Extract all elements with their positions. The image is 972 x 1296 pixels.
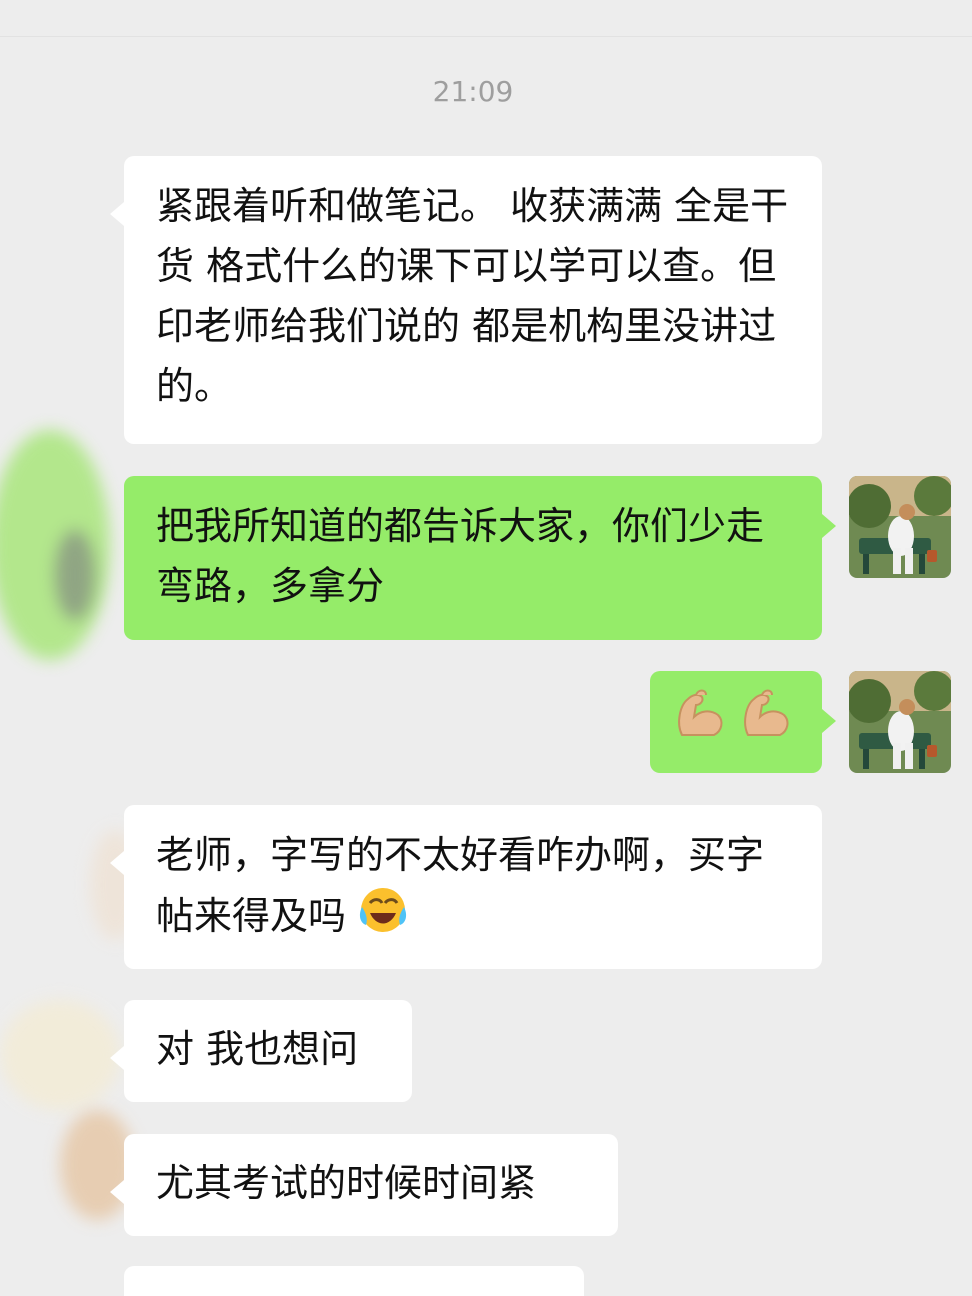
my-avatar[interactable] <box>849 476 951 578</box>
message-text: 尤其考试的时候时间紧 <box>156 1161 537 1205</box>
message-text: 对 我也想问 <box>156 1027 359 1071</box>
message-text: 老师，字写的不太好看咋办啊，买字帖来得及吗 <box>156 833 765 938</box>
flexed-biceps-icon <box>674 685 728 760</box>
outgoing-message-bubble[interactable] <box>650 671 836 773</box>
incoming-message-bubble[interactable] <box>124 1266 584 1296</box>
chat-screen: 21:09 紧跟着听和做笔记。 收获满满 全是干货 格式什么的课下可以学可以查。… <box>0 0 972 1296</box>
incoming-message-bubble[interactable]: 尤其考试的时候时间紧 <box>110 1134 618 1236</box>
incoming-message-bubble[interactable]: 老师，字写的不太好看咋办啊，买字帖来得及吗 <box>110 805 822 969</box>
header-divider <box>0 36 972 37</box>
incoming-message-bubble[interactable]: 对 我也想问 <box>110 1000 412 1102</box>
blurred-avatar <box>0 1000 120 1110</box>
blurred-avatar <box>0 430 110 660</box>
outgoing-message-bubble[interactable]: 把我所知道的都告诉大家，你们少走弯路，多拿分 <box>124 476 836 640</box>
my-avatar[interactable] <box>849 671 951 773</box>
face-with-tears-of-joy-icon <box>358 885 408 952</box>
flexed-biceps-icon <box>740 685 794 760</box>
message-text: 把我所知道的都告诉大家，你们少走弯路，多拿分 <box>156 504 765 608</box>
message-text: 紧跟着听和做笔记。 收获满满 全是干货 格式什么的课下可以学可以查。但印老师给我… <box>156 184 789 408</box>
blurred-avatar <box>55 530 95 620</box>
message-timestamp: 21:09 <box>432 75 514 108</box>
incoming-message-bubble[interactable]: 紧跟着听和做笔记。 收获满满 全是干货 格式什么的课下可以学可以查。但印老师给我… <box>110 156 822 444</box>
